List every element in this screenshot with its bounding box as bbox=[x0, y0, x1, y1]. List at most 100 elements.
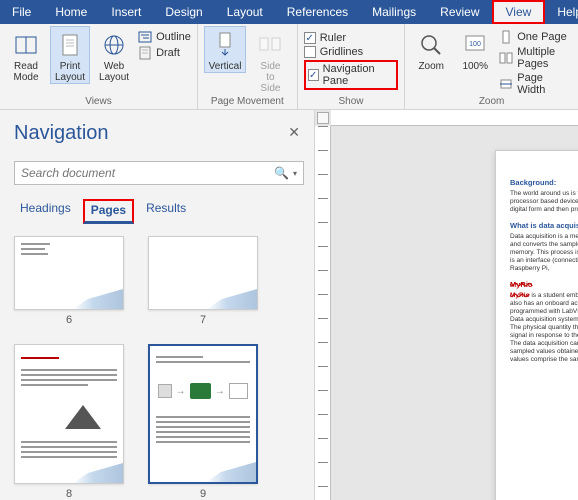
doc-heading-background: Background: bbox=[510, 179, 578, 187]
tab-results[interactable]: Results bbox=[140, 199, 192, 219]
ruler-checkbox[interactable]: ✓ Ruler bbox=[304, 32, 399, 44]
vertical-icon bbox=[211, 31, 239, 59]
zoom-button[interactable]: Zoom bbox=[411, 26, 451, 73]
search-field[interactable] bbox=[21, 166, 274, 180]
page-width-label: Page Width bbox=[517, 72, 572, 96]
draft-label: Draft bbox=[156, 47, 180, 59]
side-to-side-label: Sideto Side bbox=[255, 61, 286, 94]
checkbox-icon bbox=[304, 46, 316, 58]
navigation-pane: Navigation ✕ 🔍 ▾ Headings Pages Results … bbox=[0, 110, 315, 500]
one-page-button[interactable]: One Page bbox=[499, 30, 572, 44]
thumbnail-6[interactable]: 6 bbox=[14, 236, 124, 326]
menu-mailings[interactable]: Mailings bbox=[360, 0, 428, 24]
read-mode-button[interactable]: ReadMode bbox=[6, 26, 46, 84]
ribbon-group-zoom: Zoom 100 100% One Page Multiple Pages Pa… bbox=[405, 24, 578, 109]
vertical-ruler[interactable] bbox=[315, 126, 331, 500]
one-page-label: One Page bbox=[517, 31, 567, 43]
page-number-8: 8 bbox=[66, 488, 72, 500]
document-area[interactable]: Background: The world around us is full … bbox=[315, 110, 578, 500]
multiple-pages-icon bbox=[499, 51, 513, 65]
horizontal-ruler[interactable] bbox=[331, 110, 578, 126]
multiple-pages-label: Multiple Pages bbox=[517, 46, 572, 70]
print-layout-button[interactable]: PrintLayout bbox=[50, 26, 90, 84]
doc-text-strike: MyRio bbox=[510, 292, 530, 299]
print-layout-icon bbox=[56, 31, 84, 59]
show-group-label: Show bbox=[304, 96, 399, 109]
page-width-button[interactable]: Page Width bbox=[499, 72, 572, 96]
doc-text: Data acquisition is a method which conve… bbox=[510, 233, 578, 265]
vertical-button[interactable]: Vertical bbox=[204, 26, 246, 73]
outline-icon bbox=[138, 30, 152, 44]
page-number-6: 6 bbox=[66, 314, 72, 326]
zoom-icon bbox=[417, 31, 445, 59]
print-layout-label: PrintLayout bbox=[55, 61, 85, 83]
menu-references[interactable]: References bbox=[275, 0, 360, 24]
outline-button[interactable]: Outline bbox=[138, 30, 191, 44]
gridlines-checkbox[interactable]: Gridlines bbox=[304, 46, 399, 58]
doc-heading-daq: What is data acquisition bbox=[510, 222, 578, 230]
menu-view[interactable]: View bbox=[492, 0, 546, 24]
zoom-group-label: Zoom bbox=[411, 96, 572, 109]
ruler-corner[interactable] bbox=[317, 112, 329, 124]
multiple-pages-button[interactable]: Multiple Pages bbox=[499, 46, 572, 70]
web-layout-label: WebLayout bbox=[99, 61, 129, 83]
side-to-side-button: Sideto Side bbox=[250, 26, 291, 95]
search-icon[interactable]: 🔍 bbox=[274, 166, 289, 180]
chevron-down-icon[interactable]: ▾ bbox=[293, 169, 297, 178]
navigation-tabs: Headings Pages Results bbox=[14, 199, 304, 224]
ribbon-group-page-movement: Vertical Sideto Side Page Movement bbox=[198, 24, 298, 109]
menu-help[interactable]: Help bbox=[545, 0, 578, 24]
navigation-pane-label: Navigation Pane bbox=[323, 63, 395, 87]
tab-pages[interactable]: Pages bbox=[83, 199, 134, 224]
menu-design[interactable]: Design bbox=[153, 0, 214, 24]
ribbon-group-show: ✓ Ruler Gridlines ✓ Navigation Pane Show bbox=[298, 24, 406, 109]
search-input[interactable]: 🔍 ▾ bbox=[14, 161, 304, 185]
menu-layout[interactable]: Layout bbox=[215, 0, 275, 24]
side-to-side-icon bbox=[256, 31, 284, 59]
draft-icon bbox=[138, 46, 152, 60]
tab-headings[interactable]: Headings bbox=[14, 199, 77, 219]
web-layout-button[interactable]: WebLayout bbox=[94, 26, 134, 84]
thumbnail-8[interactable]: 8 bbox=[14, 344, 124, 500]
doc-text: The world around us is full of signals t… bbox=[510, 190, 578, 214]
navigation-title: Navigation bbox=[14, 122, 304, 145]
document-page[interactable]: Background: The world around us is full … bbox=[495, 150, 578, 500]
ribbon-view: ReadMode PrintLayout WebLayout Outline bbox=[0, 24, 578, 110]
menu-review[interactable]: Review bbox=[428, 0, 491, 24]
menu-bar: File Home Insert Design Layout Reference… bbox=[0, 0, 578, 24]
svg-text:100: 100 bbox=[469, 41, 481, 48]
draft-button[interactable]: Draft bbox=[138, 46, 191, 60]
read-mode-label: ReadMode bbox=[13, 61, 38, 83]
read-mode-icon bbox=[12, 31, 40, 59]
zoom-100-button[interactable]: 100 100% bbox=[455, 26, 495, 73]
thumbnail-7[interactable]: 7 bbox=[148, 236, 258, 326]
page-width-icon bbox=[499, 77, 513, 91]
page-movement-group-label: Page Movement bbox=[204, 96, 291, 109]
one-page-icon bbox=[499, 30, 513, 44]
thumbnail-9[interactable]: → → 9 bbox=[148, 344, 258, 500]
doc-text: is a student embedded device designed by… bbox=[531, 292, 578, 299]
navigation-pane-checkbox[interactable]: ✓ Navigation Pane bbox=[304, 60, 399, 90]
menu-file[interactable]: File bbox=[0, 0, 43, 24]
outline-label: Outline bbox=[156, 31, 191, 43]
web-layout-icon bbox=[100, 31, 128, 59]
checkbox-icon: ✓ bbox=[304, 32, 316, 44]
doc-text: The physical quantity that is measured h… bbox=[510, 324, 578, 340]
close-icon[interactable]: ✕ bbox=[288, 124, 300, 141]
doc-text: also has an onboard accelerometer (Analo… bbox=[510, 300, 578, 315]
zoom-100-label: 100% bbox=[462, 61, 488, 72]
page-thumbnails: 6 7 8 bbox=[14, 236, 304, 500]
ribbon-group-views: ReadMode PrintLayout WebLayout Outline bbox=[0, 24, 198, 109]
zoom-100-icon: 100 bbox=[461, 31, 489, 59]
checkbox-icon: ✓ bbox=[308, 69, 319, 81]
doc-heading-myrio: MyRio bbox=[510, 280, 533, 289]
menu-home[interactable]: Home bbox=[43, 0, 99, 24]
menu-insert[interactable]: Insert bbox=[99, 0, 153, 24]
views-group-label: Views bbox=[6, 96, 191, 109]
doc-text: Data acquisition system bbox=[510, 316, 578, 324]
gridlines-label: Gridlines bbox=[320, 46, 363, 58]
page-number-9: 9 bbox=[200, 488, 206, 500]
page-number-7: 7 bbox=[200, 314, 206, 326]
doc-text: Raspberry Pi, bbox=[510, 265, 578, 273]
ruler-label: Ruler bbox=[320, 32, 346, 44]
